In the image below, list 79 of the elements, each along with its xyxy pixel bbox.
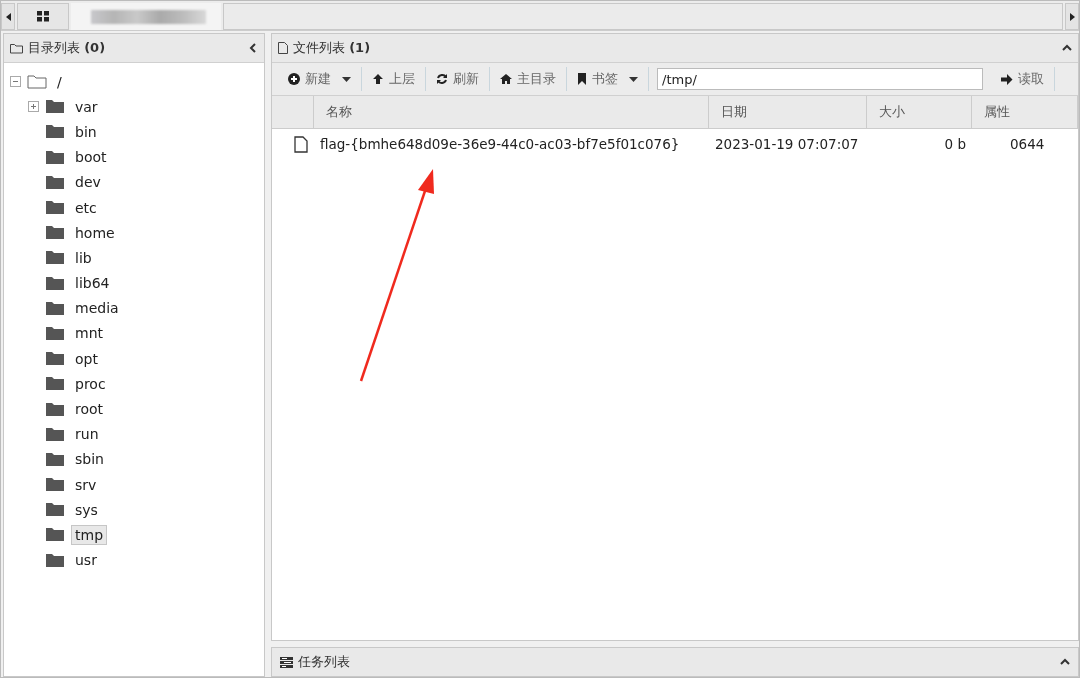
up-arrow-icon [372, 73, 384, 85]
bookmark-icon [577, 73, 587, 85]
folder-icon [45, 477, 65, 493]
column-header[interactable]: 名称 [314, 96, 709, 129]
chevron-icon[interactable] [1062, 43, 1072, 53]
folder-outline-icon [27, 74, 47, 90]
tree-item[interactable]: tmp [71, 524, 107, 545]
tree-item[interactable]: sys [71, 499, 102, 520]
folder-outline-icon [10, 42, 23, 54]
tree-item[interactable]: mnt [71, 323, 107, 344]
folder-icon [45, 451, 65, 467]
tree-item[interactable]: sbin [71, 449, 108, 470]
tree-item[interactable]: lib [71, 247, 96, 268]
tree-item[interactable]: dev [71, 172, 105, 193]
folder-icon [45, 351, 65, 367]
chevron-icon[interactable] [248, 43, 258, 53]
folder-icon [45, 376, 65, 392]
folder-icon [45, 174, 65, 190]
home-icon [500, 73, 512, 85]
column-header[interactable]: 日期 [709, 96, 867, 129]
scroll-right-button[interactable] [1065, 3, 1079, 30]
tasks-icon [280, 656, 293, 668]
tree-item[interactable]: opt [71, 348, 102, 369]
folder-icon [45, 552, 65, 568]
tree-item[interactable]: proc [71, 373, 110, 394]
expand-toggle[interactable] [28, 101, 39, 113]
panel-title: 文件列表 (1) [293, 39, 372, 57]
read-button[interactable]: 读取 [991, 67, 1055, 91]
column-header[interactable]: 大小 [867, 96, 972, 129]
tree-item[interactable]: media [71, 298, 123, 319]
toolbar-button[interactable]: 书签 [567, 67, 649, 91]
folder-icon [45, 200, 65, 216]
plus-circle-icon [288, 73, 300, 85]
collapse-toggle[interactable] [10, 76, 21, 88]
folder-icon [45, 99, 65, 115]
tree-item[interactable]: run [71, 424, 103, 445]
folder-icon [45, 275, 65, 291]
panel-title: 任务列表 [298, 653, 351, 671]
tree-item[interactable]: home [71, 222, 119, 243]
chevron-icon[interactable] [1060, 657, 1070, 667]
file-icon [278, 42, 288, 54]
tree-item[interactable]: root [71, 399, 108, 420]
tree-item[interactable]: usr [71, 550, 101, 571]
file-name[interactable]: flag-{bmhe648d09e-36e9-44c0-ac03-bf7e5f01c076} [314, 129, 709, 159]
panel-title: 目录列表 (0) [28, 39, 107, 57]
tree-item[interactable]: srv [71, 474, 101, 495]
folder-icon [45, 250, 65, 266]
tree-item[interactable]: / [53, 71, 66, 92]
folder-icon [45, 401, 65, 417]
toolbar-button[interactable]: 主目录 [490, 67, 567, 91]
toolbar-button[interactable]: 上层 [362, 67, 426, 91]
refresh-icon [436, 73, 448, 85]
right-triangle-icon [1069, 12, 1075, 21]
table-cell-text: 2023-01-19 07:07:07 [714, 135, 860, 154]
right-arrow-icon [1001, 73, 1013, 85]
path-field[interactable]: /tmp/ [657, 68, 983, 90]
tree-item[interactable]: lib64 [71, 273, 114, 294]
file-icon [294, 135, 308, 153]
tree-item[interactable]: etc [71, 197, 101, 218]
folder-icon [45, 325, 65, 341]
table-cell-text: 0644 [1009, 135, 1046, 154]
toolbar-button[interactable]: 刷新 [426, 67, 490, 91]
left-triangle-icon [5, 12, 11, 21]
toolbar-button[interactable]: 新建 [278, 67, 362, 91]
folder-icon [45, 225, 65, 241]
scroll-left-button[interactable] [1, 3, 15, 30]
grid-tab[interactable] [17, 3, 69, 30]
tree-item[interactable]: boot [71, 147, 111, 168]
folder-icon [45, 149, 65, 165]
tree-item[interactable]: var [71, 96, 102, 117]
folder-icon [45, 527, 65, 543]
folder-icon [45, 300, 65, 316]
tree-item[interactable]: bin [71, 121, 101, 142]
grid-icon [37, 11, 49, 22]
table-cell-text: 0 b [943, 135, 967, 154]
column-header[interactable]: 属性 [972, 96, 1078, 129]
folder-icon [45, 502, 65, 518]
folder-icon [45, 124, 65, 140]
folder-icon [45, 426, 65, 442]
